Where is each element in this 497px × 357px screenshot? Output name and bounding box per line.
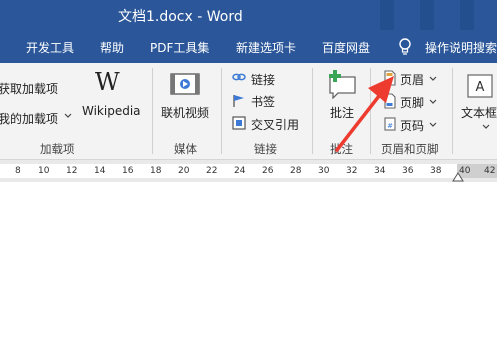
annotation-arrow-icon bbox=[335, 76, 394, 152]
